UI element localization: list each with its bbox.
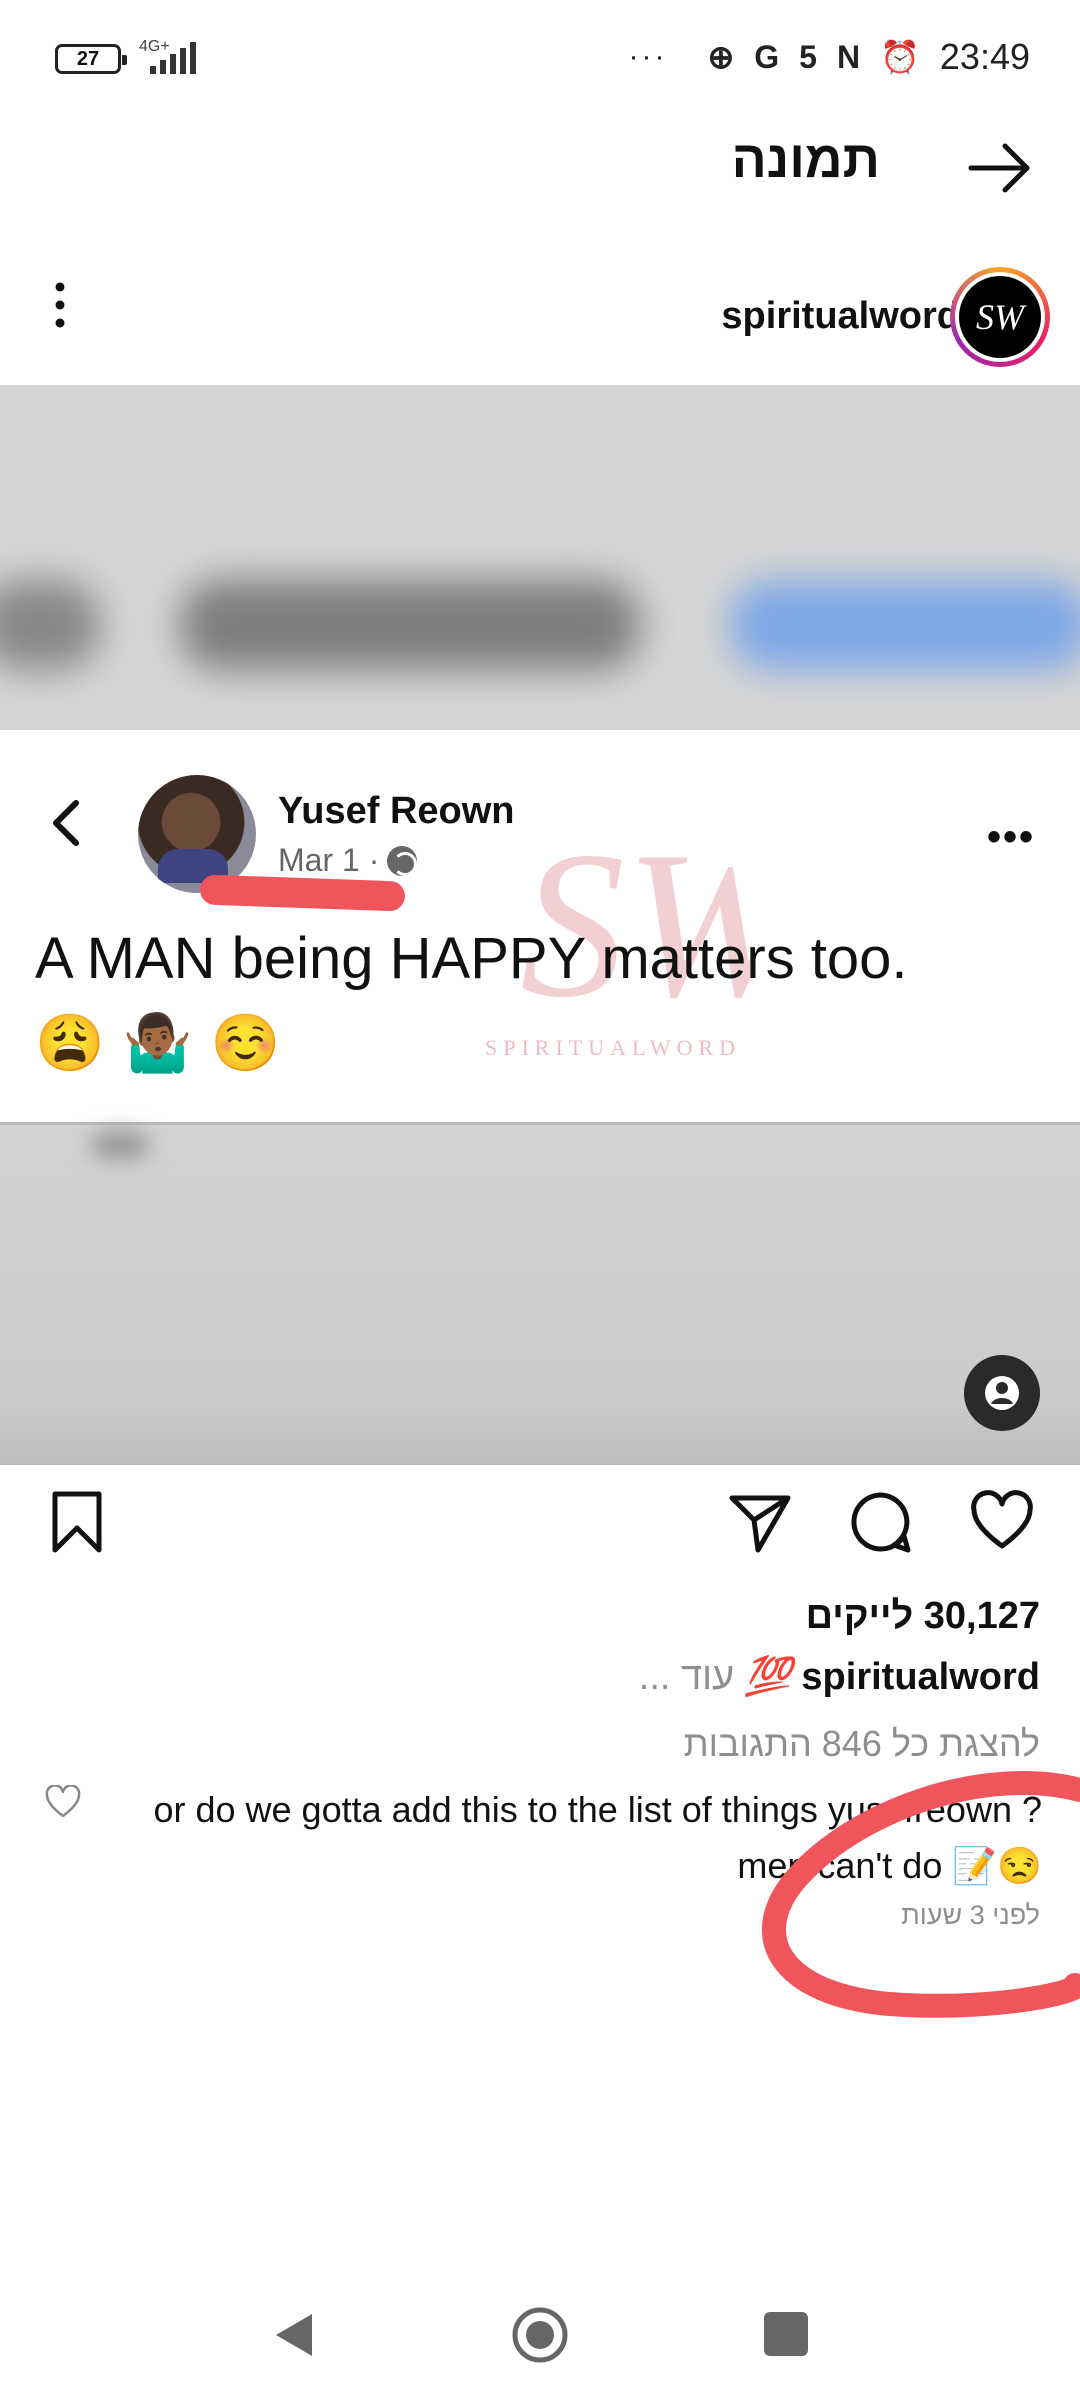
signal-icon: [150, 42, 196, 74]
post-image[interactable]: Yusef Reown Mar 1 · ••• SW SPIRITUALWORD…: [0, 385, 1080, 1465]
nav-home-icon[interactable]: [510, 2305, 570, 2365]
clock: 23:49: [939, 36, 1030, 77]
comment-like-icon[interactable]: [45, 1785, 81, 1819]
overflow-dots: ···: [628, 40, 668, 73]
author-name: Yusef Reown: [278, 790, 515, 832]
heart-icon[interactable]: [970, 1490, 1034, 1554]
post-header: spiritualword SW: [0, 255, 1080, 375]
post-date-text: Mar 1 ·: [278, 842, 380, 878]
post-emojis: 😩 🤷🏾‍♂️ ☺️: [35, 1010, 280, 1076]
nfc-icon: N: [836, 38, 861, 75]
status-icons: ··· ⊕ G 5 N ⏰ 23:49: [628, 36, 1030, 78]
chevron-left-icon: [53, 800, 79, 846]
sync-icon: 5: [799, 38, 817, 75]
view-all-comments-link[interactable]: להצגת כל 846 התגובות: [684, 1723, 1040, 1765]
blur-shape: [0, 580, 100, 670]
post-text: A MAN being HAPPY matters too.: [35, 926, 908, 991]
caption-username[interactable]: spiritualword: [801, 1656, 1040, 1699]
page-header: תמונה: [0, 110, 1080, 230]
caption-emoji: 💯: [744, 1656, 792, 1698]
emoji: 😩: [35, 1011, 105, 1074]
nav-back-icon[interactable]: [272, 2310, 316, 2360]
avatar-initials: SW: [959, 276, 1041, 358]
blurred-background: [0, 1125, 1080, 1465]
like-count[interactable]: 30,127 לייקים: [806, 1595, 1040, 1638]
page-title: תמונה: [731, 131, 880, 189]
blur-shape: [180, 580, 640, 670]
nav-recents-icon[interactable]: [764, 2312, 808, 2356]
system-nav-bar: [0, 2280, 1080, 2390]
post-date: Mar 1 ·: [278, 842, 418, 879]
alarm-icon: ⏰: [880, 39, 920, 75]
person-icon: [985, 1376, 1019, 1410]
bookmark-icon[interactable]: [45, 1490, 109, 1554]
battery-icon: 27: [55, 44, 127, 74]
blur-shape: [90, 1130, 150, 1160]
more-horizontal-icon: •••: [986, 815, 1035, 859]
emoji: 🤷🏾‍♂️: [122, 1011, 193, 1074]
blur-shape: [730, 580, 1080, 670]
arrow-right-icon[interactable]: [965, 138, 1035, 198]
tagged-people-button[interactable]: [964, 1355, 1040, 1431]
shared-post-card: Yusef Reown Mar 1 · ••• SW SPIRITUALWORD…: [0, 730, 1080, 1125]
post-owner-username[interactable]: spiritualword: [721, 295, 960, 338]
comment-icon[interactable]: [848, 1490, 912, 1554]
status-bar: 27 4G+ ··· ⊕ G 5 N ⏰ 23:49: [0, 0, 1080, 110]
avatar[interactable]: SW: [950, 267, 1050, 367]
post-actions: [0, 1490, 1080, 1570]
caption-more-link[interactable]: ... עוד: [639, 1656, 734, 1699]
more-options-icon[interactable]: [45, 275, 75, 335]
blurred-background: [0, 385, 1080, 730]
globe-icon: [387, 845, 418, 876]
red-annotation-circle: [762, 1771, 1080, 2018]
emoji: ☺️: [210, 1011, 281, 1074]
google-icon: G: [754, 38, 780, 75]
basketball-icon: ⊕: [707, 39, 735, 75]
watermark-text: SPIRITUALWORD: [485, 1035, 742, 1060]
caption: ... עוד 💯 spiritualword: [639, 1655, 1040, 1699]
share-icon[interactable]: [728, 1490, 792, 1554]
red-annotation-mark: [199, 874, 406, 912]
